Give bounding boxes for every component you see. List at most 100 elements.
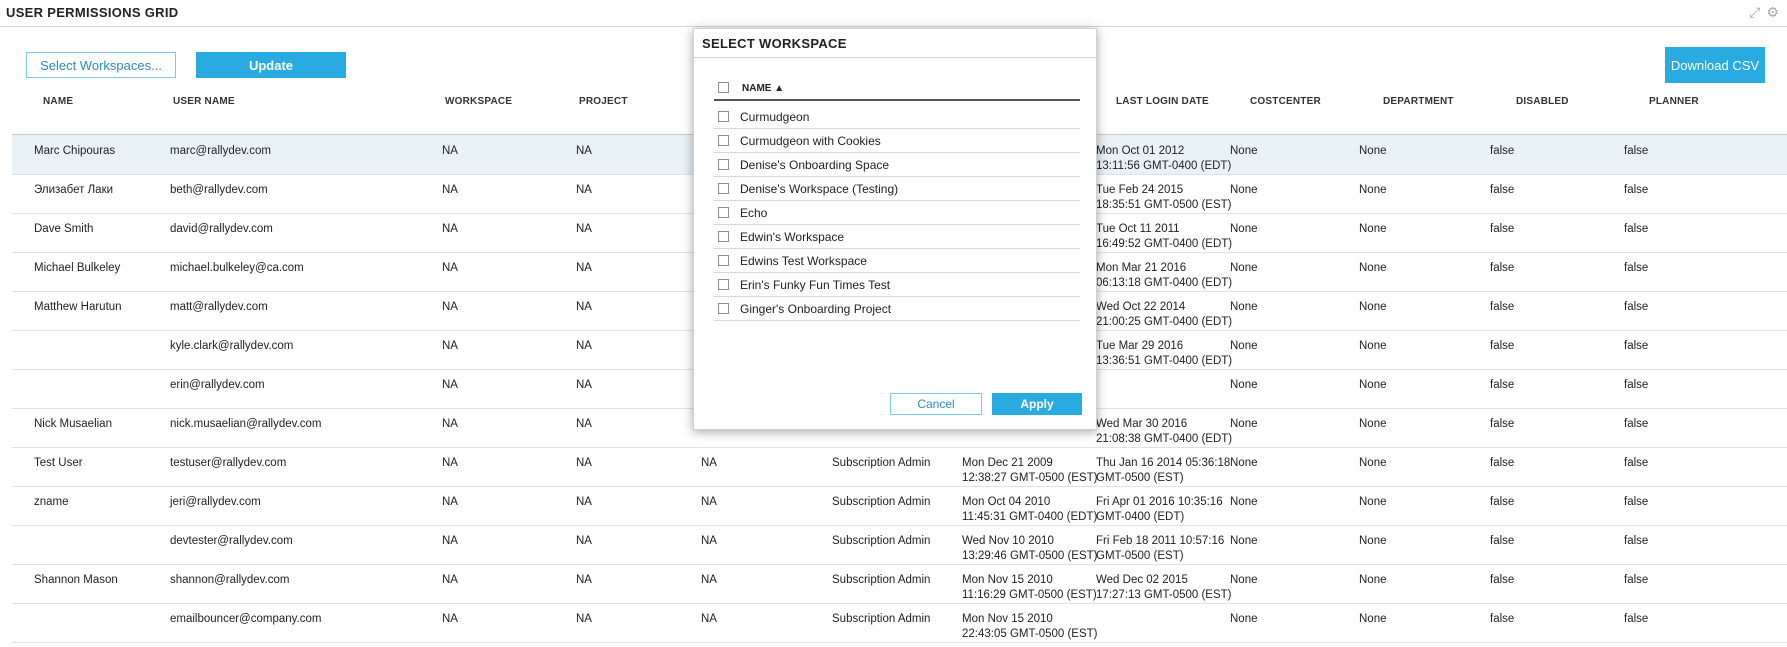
- cell-role: Subscription Admin: [832, 457, 931, 469]
- download-csv-button[interactable]: Download CSV: [1665, 47, 1765, 83]
- workspace-list-item[interactable]: Curmudgeon with Cookies: [714, 129, 1080, 153]
- table-row[interactable]: Test User testuser@rallydev.com NA NA NA Subs…: [12, 447, 1787, 487]
- cell-role: Subscription Admin: [832, 535, 931, 547]
- name-sort-header[interactable]: NAME ▲: [742, 83, 784, 94]
- expand-icon[interactable]: ⤢: [1749, 4, 1760, 21]
- cell-department: None: [1359, 457, 1387, 469]
- cell-planner: false: [1624, 223, 1649, 235]
- cell-disabled: false: [1490, 379, 1515, 391]
- table-row[interactable]: Shannon Mason shannon@rallydev.com NA NA NA S…: [12, 564, 1787, 604]
- column-header-last-login-date[interactable]: LAST LOGIN DATE: [1116, 96, 1209, 107]
- cell-name: Dave Smith: [34, 223, 94, 235]
- workspace-checkbox[interactable]: [718, 111, 729, 122]
- cell-disabled: false: [1490, 340, 1515, 352]
- cell-costcenter: None: [1230, 145, 1258, 157]
- workspace-name: Edwin's Workspace: [740, 230, 845, 244]
- cell-role: Subscription Admin: [832, 613, 931, 625]
- cell-disabled: false: [1490, 145, 1515, 157]
- update-button[interactable]: Update: [196, 52, 346, 78]
- cell-disabled: false: [1490, 574, 1515, 586]
- cell-type: NA: [701, 613, 717, 625]
- cell-name: Michael Bulkeley: [34, 262, 121, 274]
- cell-workspace: NA: [442, 223, 458, 235]
- select-workspace-dialog: SELECT WORKSPACE NAME ▲ Curmudgeon Curmud…: [693, 28, 1097, 430]
- cancel-button[interactable]: Cancel: [890, 393, 982, 415]
- apply-button[interactable]: Apply: [992, 393, 1082, 415]
- page-title: USER PERMISSIONS GRID: [6, 5, 179, 20]
- gear-icon[interactable]: ⚙: [1766, 4, 1779, 21]
- cell-project: NA: [576, 418, 592, 430]
- cell-disabled: false: [1490, 496, 1515, 508]
- cell-name: Matthew Harutun: [34, 301, 122, 313]
- cell-last-login-date: Tue Oct 11 2011 16:49:52 GMT-0400 (EDT): [1096, 223, 1233, 250]
- cell-user-name: marc@rallydev.com: [170, 145, 271, 157]
- cell-name: zname: [34, 496, 69, 508]
- cell-project: NA: [576, 535, 592, 547]
- workspace-checkbox[interactable]: [718, 255, 729, 266]
- cell-workspace: NA: [442, 301, 458, 313]
- cell-user-name: jeri@rallydev.com: [170, 496, 261, 508]
- workspace-checkbox[interactable]: [718, 135, 729, 146]
- column-header-user-name[interactable]: USER NAME: [173, 96, 235, 107]
- cell-planner: false: [1624, 613, 1649, 625]
- cell-project: NA: [576, 262, 592, 274]
- table-row[interactable]: emailbouncer@company.com NA NA NA Subscripti…: [12, 603, 1787, 643]
- cell-last-login-date: Mon Oct 01 2012 13:11:56 GMT-0400 (EDT): [1096, 145, 1232, 172]
- workspace-checkbox[interactable]: [718, 183, 729, 194]
- cell-costcenter: None: [1230, 262, 1258, 274]
- workspace-name: Erin's Funky Fun Times Test: [740, 278, 891, 292]
- workspace-list-item[interactable]: Edwin's Workspace: [714, 225, 1080, 249]
- cell-planner: false: [1624, 535, 1649, 547]
- cell-workspace: NA: [442, 184, 458, 196]
- workspace-list-item[interactable]: [714, 321, 1080, 327]
- table-row[interactable]: devtester@rallydev.com NA NA NA Subscription…: [12, 525, 1787, 565]
- cell-workspace: NA: [442, 418, 458, 430]
- cell-planner: false: [1624, 574, 1649, 586]
- cell-costcenter: None: [1230, 535, 1258, 547]
- column-header-department[interactable]: DEPARTMENT: [1383, 96, 1454, 107]
- column-header-name[interactable]: NAME: [43, 96, 73, 107]
- cell-planner: false: [1624, 184, 1649, 196]
- workspace-checkbox[interactable]: [718, 231, 729, 242]
- workspace-list-item[interactable]: Erin's Funky Fun Times Test: [714, 273, 1080, 297]
- cell-disabled: false: [1490, 184, 1515, 196]
- cell-user-name: david@rallydev.com: [170, 223, 273, 235]
- cell-project: NA: [576, 145, 592, 157]
- cell-department: None: [1359, 340, 1387, 352]
- workspace-list-item[interactable]: Denise's Onboarding Space: [714, 153, 1080, 177]
- column-header-project[interactable]: PROJECT: [579, 96, 628, 107]
- cell-workspace: NA: [442, 145, 458, 157]
- workspace-checkbox[interactable]: [718, 303, 729, 314]
- cell-workspace: NA: [442, 613, 458, 625]
- cell-last-login-date: Mon Mar 21 2016 06:13:18 GMT-0400 (EDT): [1096, 262, 1233, 289]
- column-header-costcenter[interactable]: COSTCENTER: [1250, 96, 1321, 107]
- workspace-checkbox[interactable]: [718, 279, 729, 290]
- table-row[interactable]: zname jeri@rallydev.com NA NA NA Subscription…: [12, 486, 1787, 526]
- cell-costcenter: None: [1230, 457, 1258, 469]
- cell-department: None: [1359, 145, 1387, 157]
- cell-department: None: [1359, 496, 1387, 508]
- workspace-checkbox[interactable]: [718, 159, 729, 170]
- cell-disabled: false: [1490, 535, 1515, 547]
- workspace-list[interactable]: Curmudgeon Curmudgeon with Cookies Denise'…: [714, 105, 1080, 327]
- cell-name: Элизабет Лаки: [34, 184, 114, 196]
- cell-user-name: devtester@rallydev.com: [170, 535, 293, 547]
- column-header-planner[interactable]: PLANNER: [1649, 96, 1699, 107]
- workspace-list-item[interactable]: Echo: [714, 201, 1080, 225]
- workspace-list-item[interactable]: Edwins Test Workspace: [714, 249, 1080, 273]
- column-header-disabled[interactable]: DISABLED: [1516, 96, 1569, 107]
- cell-user-name: testuser@rallydev.com: [170, 457, 287, 469]
- cell-user-name: shannon@rallydev.com: [170, 574, 290, 586]
- workspace-list-item[interactable]: Denise's Workspace (Testing): [714, 177, 1080, 201]
- workspace-list-item[interactable]: Ginger's Onboarding Project: [714, 297, 1080, 321]
- cell-department: None: [1359, 535, 1387, 547]
- cell-planner: false: [1624, 340, 1649, 352]
- workspace-name: Ginger's Onboarding Project: [740, 302, 892, 316]
- column-header-workspace[interactable]: WORKSPACE: [445, 96, 512, 107]
- workspace-name: Curmudgeon with Cookies: [740, 134, 881, 148]
- workspace-checkbox[interactable]: [718, 207, 729, 218]
- workspace-list-item[interactable]: Curmudgeon: [714, 105, 1080, 129]
- cell-creation-date: Mon Oct 04 2010 11:45:31 GMT-0400 (EDT): [962, 496, 1098, 523]
- select-workspaces-button[interactable]: Select Workspaces...: [26, 52, 176, 78]
- select-all-checkbox[interactable]: [718, 82, 729, 93]
